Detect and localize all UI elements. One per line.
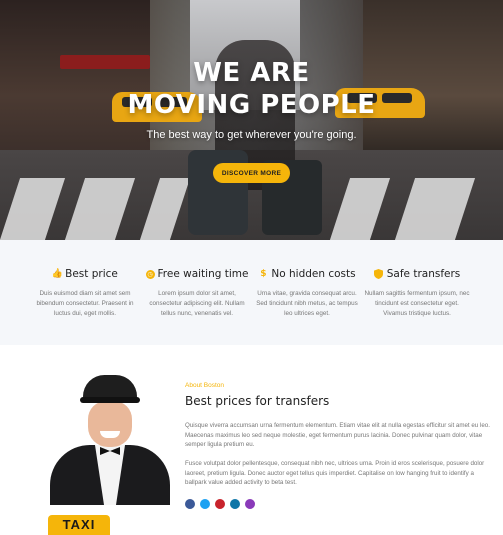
about-tag: About Boston bbox=[185, 382, 225, 389]
taxi-sign: TAXI bbox=[48, 515, 110, 535]
dollar-icon: $ bbox=[260, 269, 267, 279]
discover-more-button[interactable]: DISCOVER MORE bbox=[213, 163, 290, 183]
linkedin-icon[interactable] bbox=[230, 499, 240, 509]
hero-section: WE ARE MOVING PEOPLE The best way to get… bbox=[0, 0, 503, 240]
feature-title: Free waiting time bbox=[157, 268, 249, 280]
facebook-icon[interactable] bbox=[185, 499, 195, 509]
feature-desc: Duis euismod diam sit amet sem bibendum … bbox=[36, 290, 134, 317]
about-paragraph: Quisque viverra accumsan urna fermentum … bbox=[185, 422, 490, 449]
shield-icon bbox=[374, 269, 384, 279]
feature-desc: Nullam sagittis fermentum ipsum, nec tin… bbox=[364, 290, 470, 317]
about-section: TAXI About Boston Best prices for transf… bbox=[0, 345, 503, 535]
feature-title: Safe transfers bbox=[386, 268, 461, 280]
feature-title: No hidden costs bbox=[271, 268, 356, 280]
feature-desc: Lorem ipsum dolor sit amet, consectetur … bbox=[149, 290, 245, 317]
feature-desc: Urna vitae, gravida consequat arcu. Sed … bbox=[256, 290, 358, 317]
feature-best-price: 👍 Best price Duis euismod diam sit amet … bbox=[30, 268, 140, 319]
clock-icon: ◷ bbox=[145, 269, 155, 279]
feature-free-waiting: ◷ Free waiting time Lorem ipsum dolor si… bbox=[142, 268, 252, 319]
hero-title-line1: WE ARE bbox=[193, 58, 310, 88]
hero-subtitle: The best way to get wherever you're goin… bbox=[146, 129, 357, 141]
twitter-icon[interactable] bbox=[200, 499, 210, 509]
about-paragraph: Fusce volutpat dolor pellentesque, conse… bbox=[185, 460, 485, 487]
thumbs-up-icon: 👍 bbox=[51, 269, 63, 279]
driver-photo: TAXI bbox=[48, 373, 170, 535]
feature-no-hidden-costs: $ No hidden costs Urna vitae, gravida co… bbox=[252, 268, 362, 319]
instagram-icon[interactable] bbox=[245, 499, 255, 509]
features-section: 👍 Best price Duis euismod diam sit amet … bbox=[0, 240, 503, 345]
hero-title-line2: MOVING PEOPLE bbox=[127, 90, 376, 120]
feature-safe-transfers: Safe transfers Nullam sagittis fermentum… bbox=[362, 268, 472, 319]
about-title: Best prices for transfers bbox=[185, 394, 330, 408]
pinterest-icon[interactable] bbox=[215, 499, 225, 509]
social-links bbox=[185, 499, 255, 509]
feature-title: Best price bbox=[65, 268, 118, 280]
